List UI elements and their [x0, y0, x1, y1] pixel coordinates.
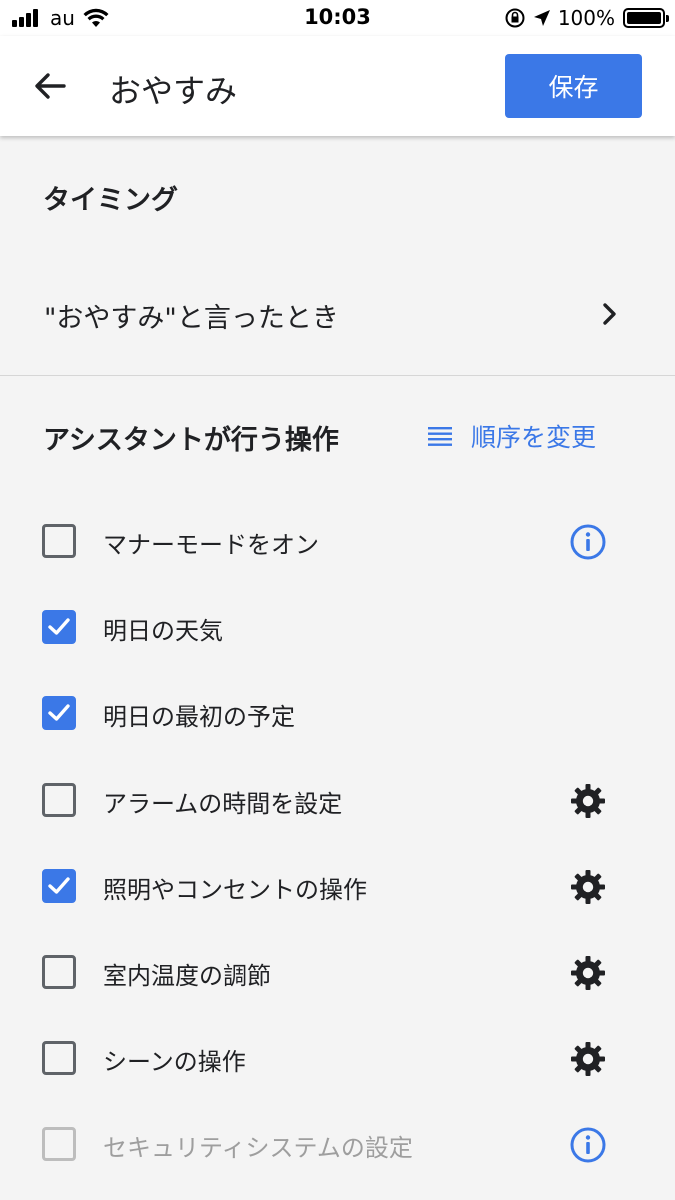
- gear-icon[interactable]: [569, 1040, 607, 1078]
- gear-icon[interactable]: [569, 782, 607, 820]
- checkbox[interactable]: [42, 782, 76, 817]
- back-arrow-icon[interactable]: [30, 66, 70, 106]
- action-label: アラームの時間を設定: [103, 789, 343, 818]
- battery-icon: [623, 8, 669, 28]
- info-icon[interactable]: [569, 1126, 607, 1164]
- action-label: 明日の最初の予定: [103, 703, 295, 732]
- action-label: シーンの操作: [103, 1048, 246, 1077]
- trigger-row[interactable]: "おやすみ"と言ったとき: [0, 278, 675, 350]
- page-title: おやすみ: [109, 72, 238, 110]
- action-row[interactable]: 照明やコンセントの操作: [0, 851, 675, 921]
- checkbox[interactable]: [42, 955, 76, 989]
- action-label: 照明やコンセントの操作: [103, 875, 367, 904]
- checkbox-checked[interactable]: [42, 868, 76, 903]
- action-label: マナーモードをオン: [103, 531, 319, 559]
- save-button[interactable]: 保存: [505, 54, 642, 118]
- chevron-right-icon: [603, 303, 616, 325]
- info-icon[interactable]: [569, 523, 607, 561]
- app-bar: おやすみ 保存: [0, 36, 675, 136]
- reorder-label: 順序を変更: [471, 423, 597, 452]
- status-bar: au 10:03 100%: [0, 0, 675, 36]
- section-divider: [0, 375, 675, 376]
- action-row[interactable]: アラームの時間を設定: [0, 765, 675, 835]
- gear-icon[interactable]: [569, 868, 607, 906]
- action-label: セキュリティシステムの設定: [103, 1134, 413, 1163]
- checkbox[interactable]: [42, 524, 76, 558]
- location-icon: [533, 10, 550, 26]
- reorder-button[interactable]: 順序を変更: [427, 416, 596, 456]
- action-row[interactable]: 明日の最初の予定: [0, 678, 675, 748]
- checkbox[interactable]: [42, 1041, 76, 1076]
- status-bar-right: 100%: [504, 5, 669, 31]
- checkbox-checked[interactable]: [42, 610, 76, 645]
- actions-section-title: アシスタントが行う操作: [43, 425, 339, 456]
- action-row[interactable]: 室内温度の調節: [0, 937, 675, 1007]
- action-row[interactable]: マナーモードをオン: [0, 506, 675, 576]
- action-row: セキュリティシステムの設定: [0, 1109, 675, 1179]
- gear-icon[interactable]: [569, 954, 607, 992]
- action-label: 室内温度の調節: [103, 962, 271, 990]
- checkbox-checked[interactable]: [42, 696, 76, 731]
- timing-section-title: タイミング: [43, 185, 178, 216]
- checkbox: [42, 1127, 76, 1162]
- orientation-lock-icon: [505, 8, 525, 28]
- action-row[interactable]: 明日の天気: [0, 592, 675, 662]
- battery-percentage: 100%: [557, 6, 615, 30]
- reorder-icon: [428, 427, 452, 446]
- trigger-label: "おやすみ"と言ったとき: [44, 303, 339, 334]
- action-row[interactable]: シーンの操作: [0, 1023, 675, 1093]
- action-label: 明日の天気: [103, 617, 223, 646]
